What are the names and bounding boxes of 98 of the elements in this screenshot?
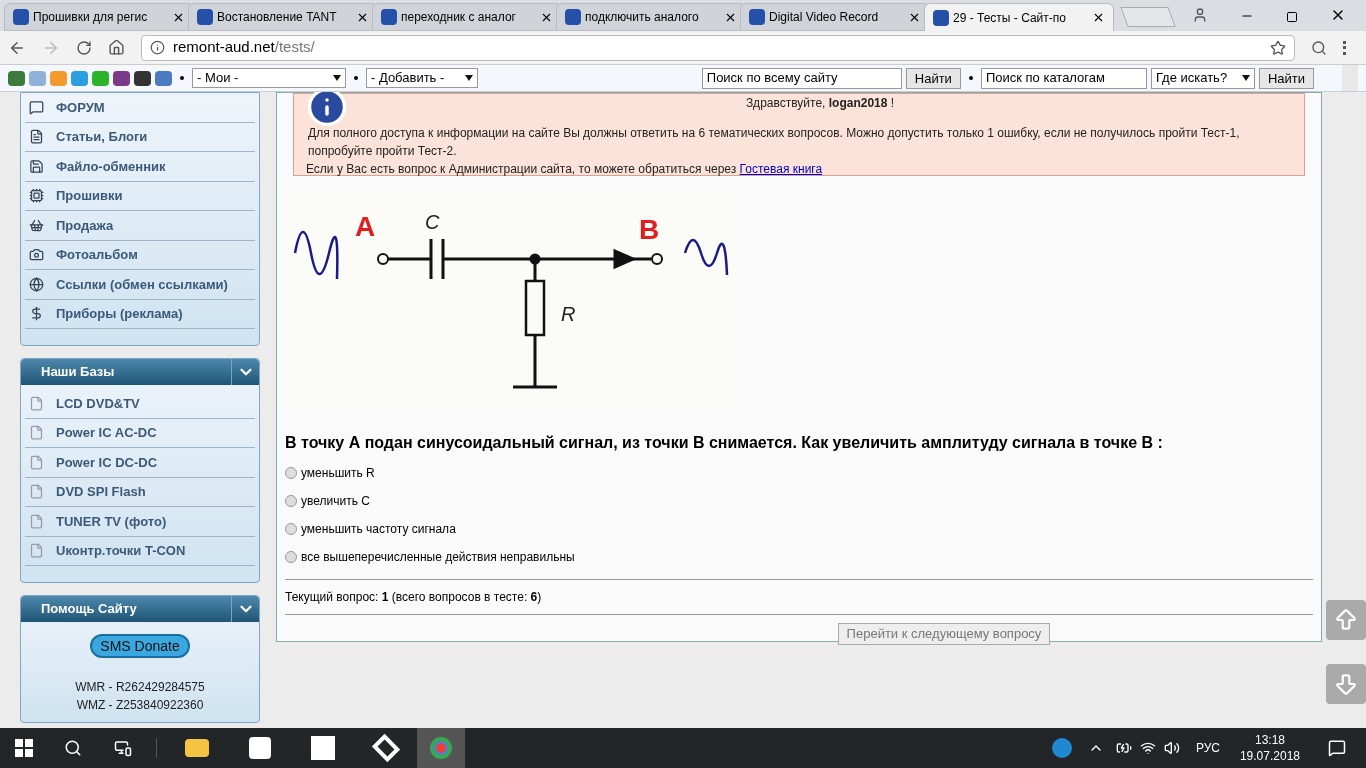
url-text: remont-aud.net/tests/ [173, 37, 316, 58]
guestbook-link[interactable]: Гостевая книга [739, 162, 823, 176]
circuit-label: A [355, 211, 376, 242]
caret-icon [1241, 75, 1250, 81]
language-indicator[interactable]: РУС [1195, 739, 1220, 757]
answer-option[interactable]: все вышеперечисленные действия неправильны [285, 543, 1313, 571]
menu-link[interactable]: Статьи, Блоги [25, 122, 255, 152]
greeting-text: Здравствуйте, logan2018 ! [745, 95, 895, 112]
database-link[interactable]: DVD SPI Flash [25, 477, 255, 507]
address-bar[interactable]: remont-aud.net/tests/ [141, 34, 1295, 61]
star-icon[interactable] [1270, 39, 1286, 56]
menu-link[interactable]: ФОРУМ [25, 93, 255, 123]
maximize-icon[interactable] [1286, 11, 1298, 23]
database-link[interactable]: TUNER TV (фото) [25, 507, 255, 537]
notice-text: Если у Вас есть вопрос к Администрации сайта, то можете обратиться через Гостевая книга [306, 161, 824, 178]
info-icon [150, 40, 165, 55]
browser-tab[interactable]: 29 - Тесты - Сайт-по [924, 3, 1114, 31]
folder-icon[interactable] [185, 739, 209, 757]
caret-icon [333, 75, 341, 81]
wallet-number: WMZ - Z253840922360 [76, 697, 204, 714]
progress-text: Текущий вопрос: 1 (всего вопросов в тесте: 6) [285, 589, 543, 606]
document-icon [29, 425, 44, 441]
task-view-icon[interactable] [114, 739, 132, 757]
favicon-icon [565, 9, 581, 25]
question-text: В точку А подан синусоидальный сигнал, из точки В снимается. Как увеличить амплитуду сигнала в точке В : [285, 433, 1164, 453]
tab-title: переходник с аналог [401, 9, 517, 26]
panel-title: Помощь Сайту [40, 600, 138, 619]
sine-wave-icon [293, 231, 339, 280]
basket-icon [29, 217, 44, 233]
tab-title: Прошивки для регис [33, 9, 149, 26]
circuit-label: B [639, 214, 660, 245]
panel-title: Наши Базы [40, 363, 116, 382]
arrow-down-icon [1333, 671, 1359, 697]
database-link[interactable]: Power IC DC-DC [25, 448, 255, 478]
answer-option[interactable]: увеличить С [285, 487, 1313, 515]
favicon-icon [749, 9, 765, 25]
radio-button[interactable] [285, 523, 297, 535]
menu-link[interactable]: Приборы (реклама) [25, 299, 255, 329]
dropdown[interactable]: Где искать? [1150, 67, 1255, 89]
search-button[interactable]: Найти [905, 67, 961, 89]
favicon-icon [381, 9, 397, 25]
database-link[interactable]: Power IC AC-DC [25, 418, 255, 448]
dollar-icon [29, 306, 44, 322]
reload-icon[interactable] [76, 39, 92, 56]
search-button[interactable]: Найти [1258, 67, 1314, 89]
globe-icon [29, 276, 44, 292]
notice-text: Для полного доступа к информации на сайте Вы должны ответить на 6 тематических вопросов. Можно допустить только 1 ошибку, если не получилось пройти Тест-1, попробуйте пройти Тест-2. [308, 125, 1241, 160]
tab-title: Digital Video Record [769, 9, 880, 26]
arrow-up-icon [1333, 607, 1359, 633]
donate-button[interactable]: SMS Donate [90, 634, 190, 658]
menu-link[interactable]: Файло-обменник [25, 152, 255, 182]
document-icon [29, 484, 44, 500]
dropdown[interactable]: - Мои - [192, 68, 346, 88]
search-field[interactable]: Поиск по каталогам [980, 67, 1147, 89]
answer-option[interactable]: уменьшить R [285, 459, 1313, 487]
database-link[interactable]: Uконтр.точки T-CON [25, 536, 255, 566]
tab-title: подключить аналого [585, 9, 700, 26]
document-icon [29, 395, 44, 411]
scroll-icon [29, 129, 44, 145]
answer-option[interactable]: уменьшить частоту сигнала [285, 515, 1313, 543]
database-link[interactable]: LCD DVD&TV [25, 389, 255, 419]
document-icon [29, 543, 44, 559]
menu-icon[interactable] [1343, 40, 1346, 55]
battery-icon[interactable] [1115, 740, 1132, 756]
favicon-icon [197, 9, 213, 25]
profile-icon[interactable] [1192, 7, 1208, 23]
radio-button[interactable] [285, 495, 297, 507]
menu-link[interactable]: Ссылки (обмен ссылками) [25, 270, 255, 300]
dropdown[interactable]: - Добавить - [366, 68, 478, 88]
favicon-icon [13, 9, 29, 25]
circuit-label: R [561, 303, 576, 325]
browser-icon[interactable] [417, 728, 465, 768]
wallet-number: WMR - R262429284575 [75, 679, 205, 696]
sine-wave-icon [683, 239, 729, 276]
tab-title: Востановление TANT [217, 9, 338, 26]
speaker-icon[interactable] [1163, 740, 1180, 756]
wifi-icon[interactable] [1139, 740, 1156, 756]
notification-icon[interactable] [1328, 739, 1346, 757]
close-icon[interactable] [1092, 11, 1105, 24]
speech-bubble-icon [29, 99, 44, 115]
radio-button[interactable] [285, 551, 297, 563]
menu-link[interactable]: Продажа [25, 211, 255, 241]
tab-title: 29 - Тесты - Сайт-по [953, 9, 1067, 27]
clock[interactable]: 13:18 19.07.2018 [1239, 732, 1300, 764]
search-icon[interactable] [64, 739, 82, 757]
help-icon[interactable] [1051, 738, 1072, 758]
search-field[interactable]: Поиск по всему сайту [701, 67, 902, 89]
document-icon [29, 513, 44, 529]
favicon-icon [933, 9, 949, 26]
circuit-label: C [425, 211, 440, 233]
menu-link[interactable]: Фотоальбом [25, 240, 255, 270]
radio-button[interactable] [285, 467, 297, 479]
menu-link[interactable]: Прошивки [25, 181, 255, 211]
document-icon [29, 454, 44, 470]
camera-icon [29, 247, 44, 263]
home-icon[interactable] [108, 39, 125, 56]
caret-icon [465, 75, 473, 81]
extension-icon[interactable] [1311, 39, 1327, 56]
